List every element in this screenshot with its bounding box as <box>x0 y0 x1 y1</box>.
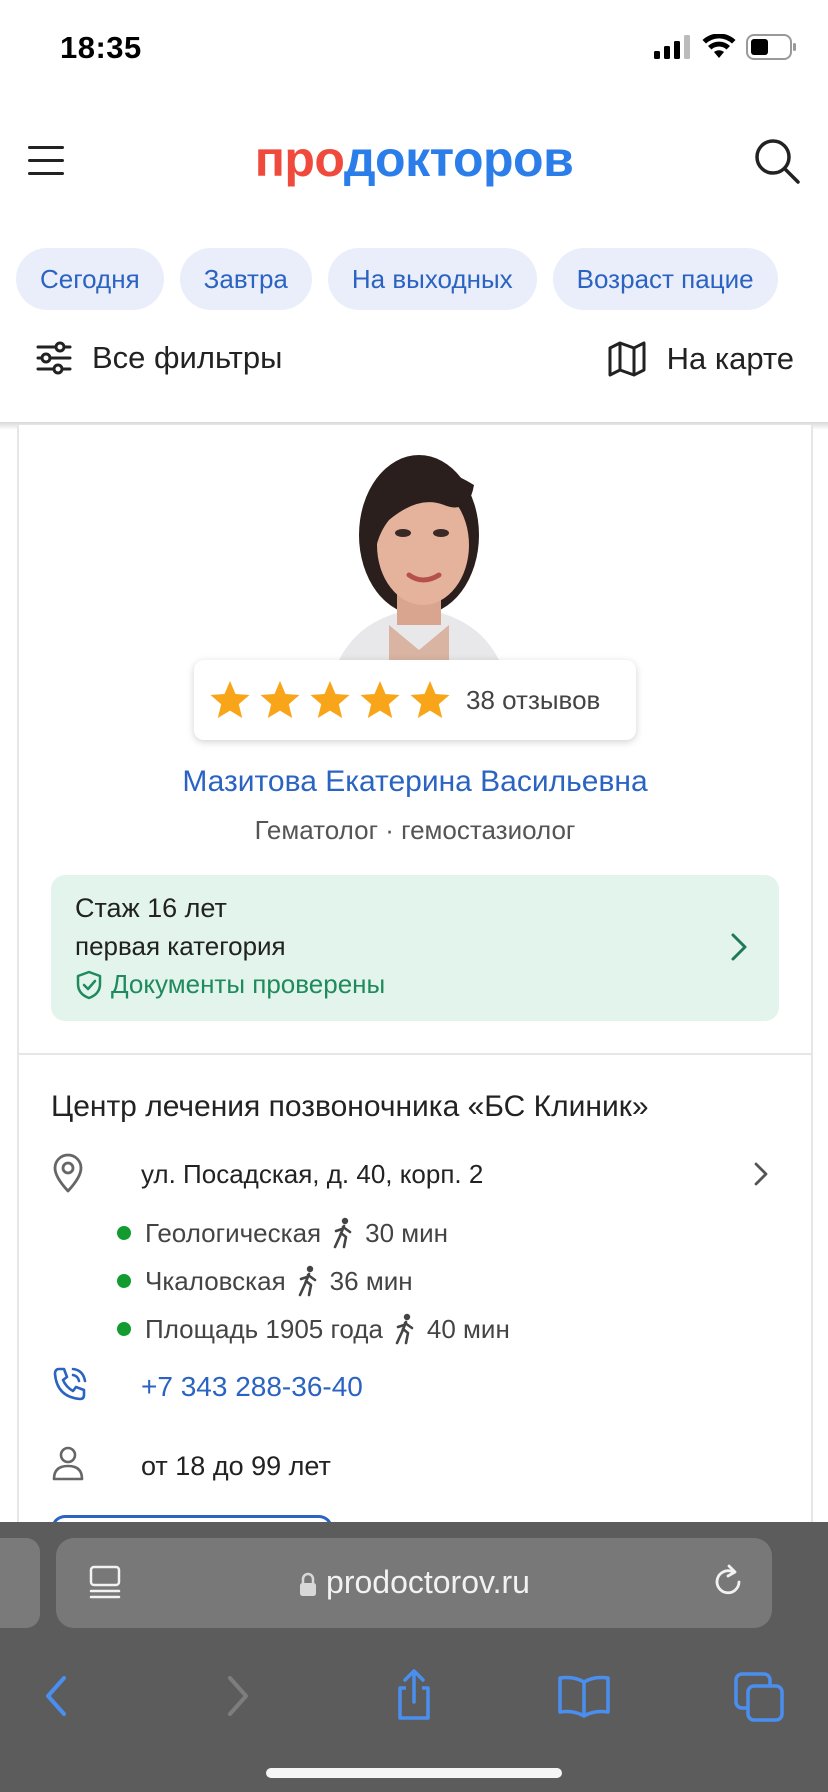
metro-station: Геологическая <box>145 1217 322 1248</box>
reload-icon[interactable] <box>710 1562 746 1600</box>
lock-icon <box>300 1572 317 1596</box>
metro-line-dot <box>117 1274 131 1288</box>
doctor-specialty: Гематолог · гемостазиолог <box>254 815 576 845</box>
book-icon <box>558 1675 610 1718</box>
card-divider <box>19 1053 811 1055</box>
all-filters-label: Все фильтры <box>92 340 283 375</box>
home-indicator <box>266 1768 562 1778</box>
doctor-photo[interactable] <box>299 425 539 660</box>
chevron-right-icon <box>731 933 747 961</box>
back-button[interactable] <box>28 1666 88 1726</box>
metro-walk-time: 40 мин <box>426 1313 510 1344</box>
filters-icon <box>36 341 72 375</box>
metro-walk-time: 30 мин <box>365 1217 449 1248</box>
on-map-label: На карте <box>666 341 794 376</box>
metro-line-dot <box>117 1322 131 1336</box>
url-display[interactable]: prodoctorov.ru <box>56 1564 772 1601</box>
site-header: продокторов <box>0 100 828 220</box>
clinic-address-row[interactable]: ул. Посадская, д. 40, корп. 2 <box>51 1153 779 1199</box>
status-bar: 18:35 <box>0 0 828 100</box>
person-icon <box>52 1446 84 1481</box>
address-bar[interactable]: prodoctorov.ru <box>56 1538 772 1628</box>
documents-verified: Документы проверены <box>75 969 385 1000</box>
tabs-icon <box>734 1672 784 1722</box>
shield-check-icon <box>76 970 102 999</box>
star-icon <box>260 681 300 718</box>
status-time: 18:35 <box>60 30 142 65</box>
status-icons <box>654 34 798 60</box>
walking-icon <box>333 1217 352 1249</box>
metro-station: Чкаловская <box>145 1265 286 1296</box>
share-icon <box>398 1669 430 1720</box>
patient-age-row: от 18 до 99 лет <box>51 1445 651 1491</box>
phone-call-icon <box>53 1367 87 1401</box>
walking-icon <box>298 1265 316 1297</box>
star-icon <box>410 681 450 718</box>
share-button[interactable] <box>384 1666 444 1726</box>
chip-tomorrow[interactable]: Завтра <box>179 248 312 310</box>
map-icon <box>608 341 646 377</box>
all-filters-button[interactable]: Все фильтры <box>36 340 282 376</box>
star-icon <box>310 681 350 718</box>
search-icon <box>755 139 800 184</box>
category-text: первая категория <box>75 931 286 961</box>
tabs-button[interactable] <box>730 1666 790 1726</box>
previous-tab-preview[interactable] <box>0 1538 40 1628</box>
forward-button[interactable] <box>206 1666 266 1726</box>
clinic-address: ул. Посадская, д. 40, корп. 2 <box>141 1159 484 1189</box>
logo-part-pro: про <box>254 131 345 187</box>
chevron-right-icon <box>754 1162 768 1186</box>
chevron-left-icon <box>46 1676 66 1716</box>
doctor-card: 38 отзывов Мазитова Екатерина Васильевна… <box>17 425 813 1558</box>
star-icon <box>210 681 250 718</box>
chip-weekend[interactable]: На выходных <box>327 248 537 310</box>
site-logo[interactable]: продокторов <box>0 130 828 188</box>
doctor-name-link[interactable]: Мазитова Екатерина Васильевна <box>19 765 811 799</box>
clinic-name[interactable]: Центр лечения позвоночника «БС Клиник» <box>51 1090 649 1124</box>
star-rating <box>208 679 452 721</box>
filters-row: Все фильтры На карте <box>0 330 828 422</box>
metro-station: Площадь 1905 года <box>145 1313 383 1344</box>
quick-filter-chips: Сегодня Завтра На выходных Возраст пацие <box>16 248 778 310</box>
bookmarks-button[interactable] <box>554 1666 614 1726</box>
browser-bottom-bar: prodoctorov.ru <box>0 1522 828 1792</box>
url-text: prodoctorov.ru <box>326 1564 530 1600</box>
phone-row[interactable]: +7 343 288-36-40 <box>51 1365 651 1411</box>
star-icon <box>360 681 400 718</box>
walking-icon <box>395 1313 414 1345</box>
metro-item: Чкаловская 36 мин <box>117 1265 413 1297</box>
metro-item: Геологическая 30 мин <box>117 1217 448 1249</box>
metro-walk-time: 36 мин <box>329 1265 413 1296</box>
chevron-right-icon <box>228 1676 248 1716</box>
search-button[interactable] <box>752 136 802 186</box>
chip-today[interactable]: Сегодня <box>16 248 164 310</box>
experience-text: Стаж 16 лет <box>75 893 227 923</box>
metro-line-dot <box>117 1226 131 1240</box>
clinic-phone-link[interactable]: +7 343 288-36-40 <box>141 1371 363 1403</box>
reviews-count: 38 отзывов <box>466 684 601 715</box>
documents-verified-label: Документы проверены <box>111 969 386 999</box>
on-map-button[interactable]: На карте <box>607 340 794 378</box>
rating-badge[interactable]: 38 отзывов <box>194 660 636 740</box>
browser-toolbar <box>0 1650 828 1742</box>
location-pin-icon <box>53 1153 83 1193</box>
cellular-signal-icon <box>654 35 690 59</box>
metro-item: Площадь 1905 года 40 мин <box>117 1313 510 1345</box>
chip-patient-age[interactable]: Возраст пацие <box>552 248 778 310</box>
battery-icon <box>746 34 796 60</box>
patient-age-range: от 18 до 99 лет <box>141 1451 331 1481</box>
logo-part-doctors: докторов <box>343 131 574 187</box>
experience-box[interactable]: Стаж 16 лет первая категория Документы п… <box>51 875 779 1021</box>
doctor-portrait-image <box>299 425 539 660</box>
wifi-icon <box>702 34 736 58</box>
